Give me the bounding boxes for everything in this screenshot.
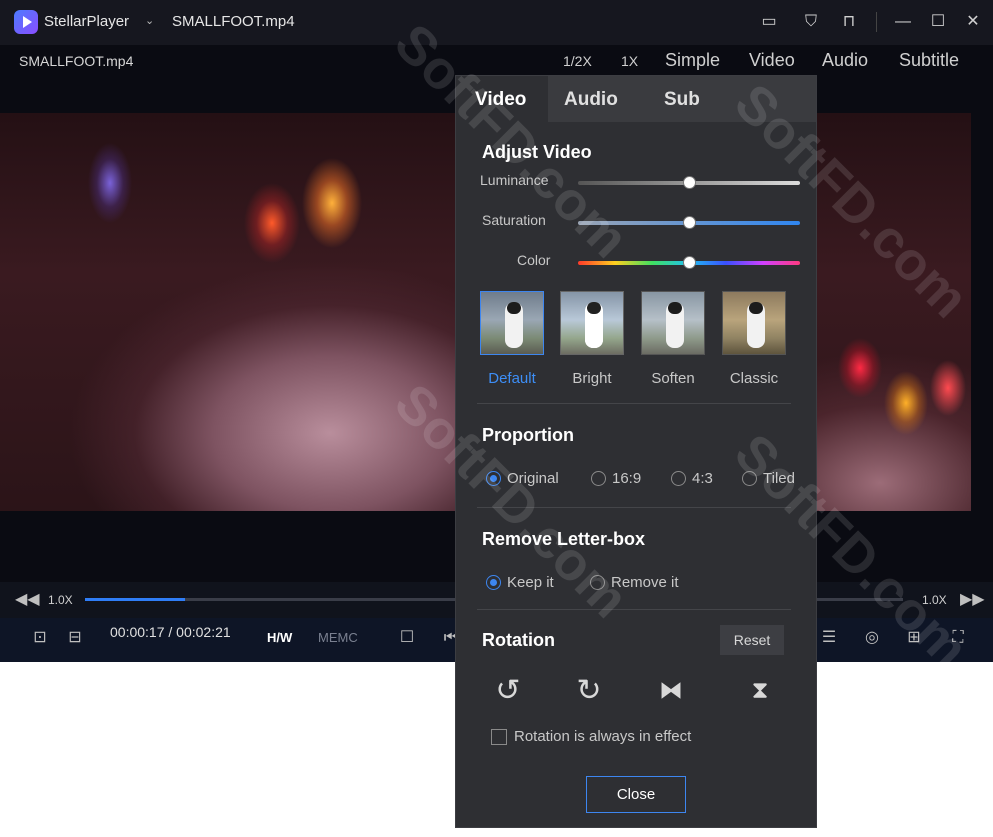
preset-default-label[interactable]: Default [472, 370, 552, 387]
radio-dot [486, 471, 501, 486]
file-label: SMALLFOOT.mp4 [19, 53, 134, 69]
proportion-16-9-radio[interactable]: 16:9 [591, 470, 641, 487]
minimize-icon[interactable]: — [892, 11, 914, 33]
mode-menu: SMALLFOOT.mp4 1/2X 1X Simple Video Audio… [0, 45, 993, 77]
penguin-image [585, 302, 603, 348]
adjust-video-title: Adjust Video [482, 142, 592, 162]
rotation-persist-label: Rotation is always in effect [514, 728, 692, 745]
mode-audio[interactable]: Audio [822, 50, 868, 71]
playlist-icon[interactable]: ☰ [818, 627, 840, 649]
memc-toggle[interactable]: MEMC [318, 630, 358, 645]
saturation-slider[interactable] [578, 216, 800, 229]
skin-icon[interactable]: ⛉ [800, 11, 822, 33]
stop-icon[interactable]: ☐ [396, 627, 418, 649]
reset-button[interactable]: Reset [720, 625, 784, 655]
luminance-slider-knob[interactable] [683, 176, 696, 189]
radio-dot [591, 471, 606, 486]
preset-classic-thumb[interactable] [722, 291, 786, 355]
section-divider [477, 507, 791, 508]
tab-audio[interactable]: Audio [564, 89, 618, 111]
toolbox-icon[interactable]: ⊞ [903, 627, 925, 649]
mode-subtitle[interactable]: Subtitle [899, 50, 959, 71]
preset-bright-thumb[interactable] [560, 291, 624, 355]
luminance-slider[interactable] [578, 176, 800, 189]
color-slider-knob[interactable] [683, 256, 696, 269]
rotate-right-icon[interactable]: ↻ [571, 673, 607, 709]
titlebar-divider [876, 12, 877, 32]
title-bar: StellarPlayer ⌄ SMALLFOOT.mp4 ▭ ⛉ ⊓ — ☐ … [0, 0, 993, 45]
preset-classic-label[interactable]: Classic [714, 370, 794, 387]
tab-video[interactable]: Video [475, 89, 526, 111]
letterbox-keep-label: Keep it [507, 574, 554, 591]
proportion-original-label: Original [507, 470, 559, 487]
app-logo-icon [14, 10, 38, 34]
tab-sub[interactable]: Sub [664, 89, 700, 111]
rotation-title: Rotation [482, 630, 555, 650]
luminance-label: Luminance [480, 172, 549, 188]
letterbox-title: Remove Letter-box [482, 529, 646, 549]
preset-bright-label[interactable]: Bright [552, 370, 632, 387]
proportion-4-3-label: 4:3 [692, 470, 713, 487]
section-divider [477, 609, 791, 610]
mode-normal-speed[interactable]: 1X [621, 53, 638, 69]
radio-dot [486, 575, 501, 590]
tv-mode-icon[interactable]: ⊡ [29, 627, 51, 649]
maximize-icon[interactable]: ☐ [927, 11, 949, 33]
section-divider [477, 403, 791, 404]
proportion-16-9-label: 16:9 [612, 470, 642, 487]
window-file-title: SMALLFOOT.mp4 [172, 13, 295, 30]
radio-dot [590, 575, 605, 590]
letterbox-keep-radio[interactable]: Keep it [486, 574, 554, 591]
saturation-label: Saturation [482, 212, 546, 228]
saturation-slider-knob[interactable] [683, 216, 696, 229]
mode-simple[interactable]: Simple [665, 50, 720, 71]
pc-mode-icon[interactable]: ⊟ [64, 627, 86, 649]
proportion-title: Proportion [482, 425, 574, 445]
penguin-image [666, 302, 684, 348]
flip-horizontal-icon[interactable]: ⧓ [653, 673, 689, 709]
letterbox-remove-radio[interactable]: Remove it [590, 574, 679, 591]
proportion-original-radio[interactable]: Original [486, 470, 559, 487]
proportion-tiled-label: Tiled [763, 470, 795, 487]
penguin-image [747, 302, 765, 348]
color-label: Color [517, 252, 551, 268]
video-settings-panel: Video Audio Sub Adjust Video Luminance S… [455, 75, 817, 828]
color-slider[interactable] [578, 256, 800, 269]
close-icon[interactable]: ✕ [962, 11, 984, 33]
proportion-tiled-radio[interactable]: Tiled [742, 470, 795, 487]
progress-bar[interactable] [85, 598, 455, 601]
fast-forward-icon[interactable]: ▶▶ [960, 589, 985, 611]
progress-fill [85, 598, 185, 601]
progress-bar-end[interactable] [817, 598, 903, 601]
preset-soften-label[interactable]: Soften [633, 370, 713, 387]
hw-decode-toggle[interactable]: H/W [267, 630, 292, 645]
radio-dot [742, 471, 757, 486]
panel-tabs: Video Audio Sub [456, 76, 816, 122]
checkbox-box [491, 728, 507, 745]
speed-left[interactable]: 1.0X [48, 593, 73, 607]
rotation-persist-checkbox[interactable]: Rotation is always in effect [491, 728, 691, 745]
preset-soften-thumb[interactable] [641, 291, 705, 355]
mode-half-speed[interactable]: 1/2X [563, 53, 592, 69]
feedback-icon[interactable]: ▭ [758, 11, 780, 33]
flip-vertical-icon[interactable]: ⧗ [742, 673, 778, 709]
rotate-left-icon[interactable]: ↺ [490, 673, 526, 709]
app-name[interactable]: StellarPlayer [44, 13, 129, 30]
fullscreen-icon[interactable]: ⛶ [947, 627, 969, 649]
penguin-image [505, 302, 523, 348]
mode-video[interactable]: Video [749, 50, 795, 71]
chevron-down-icon[interactable]: ⌄ [145, 14, 154, 27]
letterbox-remove-label: Remove it [611, 574, 679, 591]
preset-default-thumb[interactable] [480, 291, 544, 355]
screenshot-icon[interactable]: ◎ [861, 627, 883, 649]
close-button[interactable]: Close [586, 776, 686, 813]
pin-icon[interactable]: ⊓ [838, 11, 860, 33]
speed-right[interactable]: 1.0X [922, 593, 947, 607]
radio-dot [671, 471, 686, 486]
playback-time: 00:00:17 / 00:02:21 [110, 624, 231, 640]
proportion-4-3-radio[interactable]: 4:3 [671, 470, 713, 487]
rewind-icon[interactable]: ◀◀ [15, 589, 40, 611]
